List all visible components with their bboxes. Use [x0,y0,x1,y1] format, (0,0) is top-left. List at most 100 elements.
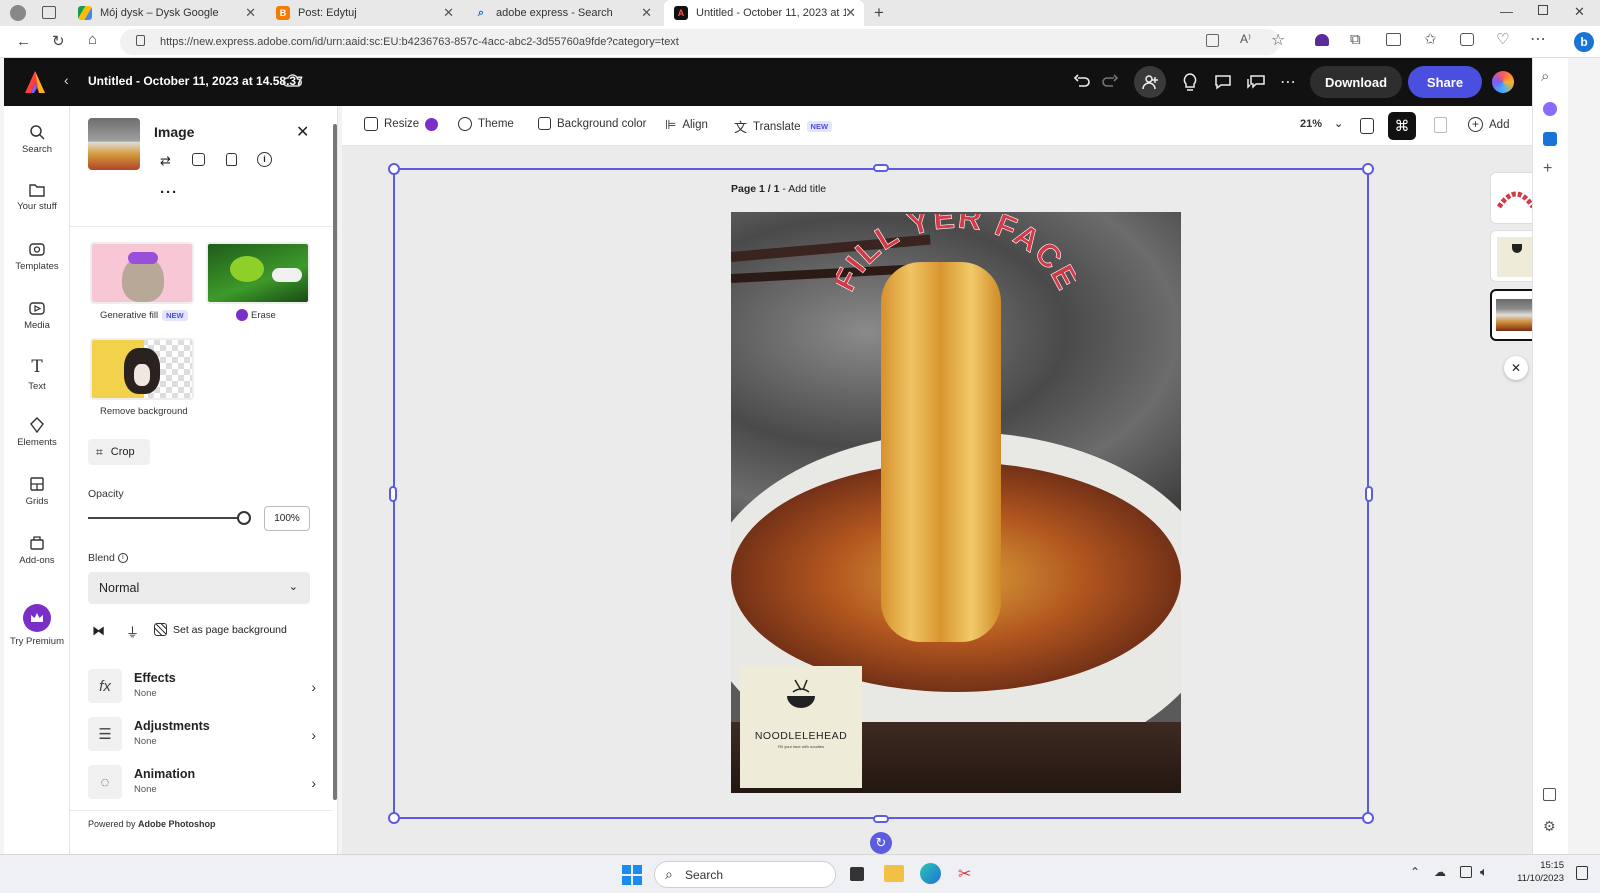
document-title[interactable]: Untitled - October 11, 2023 at 14.58.37 [88,74,303,88]
logo-card[interactable]: NOODLELEHEAD Fill your face with noodles [740,666,862,788]
close-icon[interactable]: ✕ [641,5,652,21]
clock[interactable]: 15:15 11/10/2023 [1512,859,1564,885]
extensions-puzzle-icon[interactable]: ⧉ [1350,31,1361,48]
resize-handle-bottom-left[interactable] [388,812,400,824]
settings-gear-icon[interactable]: ⚙ [1543,818,1556,835]
bing-chat-icon[interactable]: b [1568,26,1600,58]
sidebar-toggle-icon[interactable] [1543,788,1556,801]
back-chevron-icon[interactable]: ‹ [64,72,69,88]
add-page-button[interactable]: + Add [1468,117,1509,132]
cloud-sync-icon[interactable]: ☁ [1434,865,1446,879]
back-icon[interactable]: ← [16,33,31,50]
replace-image-icon[interactable]: ⇄ [160,153,171,169]
opacity-slider-handle[interactable] [237,511,251,525]
close-icon[interactable]: ✕ [245,5,256,21]
panel-scrollbar[interactable] [332,112,338,832]
url-field[interactable]: https://new.express.adobe.com/id/urn:aai… [120,29,1280,55]
volume-icon[interactable]: 🔈︎ [1480,864,1488,880]
split-screen-icon[interactable] [1386,33,1401,46]
generative-fill-card[interactable] [90,242,194,304]
rail-item-templates[interactable]: Templates [4,227,70,285]
resize-handle-top[interactable] [873,164,889,172]
duplicate-icon[interactable] [192,153,205,166]
tab-adobe-express[interactable]: A Untitled - October 11, 2023 at 14 ✕ [664,0,864,26]
task-view-icon[interactable] [850,867,864,881]
download-button[interactable]: Download [1310,66,1402,98]
curved-title-text[interactable]: FILL YER FACE [836,214,1076,334]
close-icon[interactable]: ✕ [443,5,454,21]
rail-item-try-premium[interactable]: Try Premium [4,590,70,660]
flip-horizontal-icon[interactable]: ⧓ [92,623,105,639]
lightbulb-icon[interactable] [1174,66,1206,98]
info-icon[interactable]: i [257,152,272,167]
tab-google-drive[interactable]: Mój dysk – Dysk Google ✕ [68,0,264,26]
refresh-icon[interactable]: ↻ [52,32,65,50]
tab-blogger[interactable]: B Post: Edytuj ✕ [266,0,462,26]
file-explorer-icon[interactable] [884,865,904,882]
tab-search[interactable]: ⌕ adobe express - Search ✕ [464,0,660,26]
rail-item-your-stuff[interactable]: Your stuff [4,168,70,226]
resize-handle-bottom-right[interactable] [1362,812,1374,824]
close-panel-icon[interactable]: ✕ [296,122,309,142]
rail-item-elements[interactable]: Elements [4,403,70,461]
rail-item-media[interactable]: Media [4,286,70,344]
crop-button[interactable]: ⌗ Crop [88,439,150,465]
notifications-icon[interactable] [1576,866,1588,880]
resize-handle-top-left[interactable] [388,163,400,175]
favorites-icon[interactable]: ✩ [1424,30,1437,48]
more-actions-icon[interactable]: ··· [160,184,178,201]
edge-icon[interactable] [920,863,941,884]
sidebar-add-icon[interactable]: + [1543,160,1552,178]
more-options-icon[interactable]: ⋯ [1272,66,1304,98]
effects-row[interactable]: fx Effects None › [88,669,316,707]
new-tab-icon[interactable]: + [874,3,884,23]
app-available-icon[interactable] [1206,34,1219,47]
restore-icon[interactable] [1538,5,1548,15]
theme-button[interactable]: Theme [458,117,514,131]
rail-item-search[interactable]: Search [4,110,70,168]
present-icon[interactable] [1240,66,1272,98]
scrollbar-thumb[interactable] [333,124,337,800]
remove-background-card[interactable] [90,338,194,400]
taskbar-search[interactable]: ⌕ Search [654,861,836,888]
pages-icon[interactable] [1360,118,1374,134]
favorite-star-icon[interactable]: ☆ [1271,30,1285,50]
sidebar-search-icon[interactable]: ⌕ [1541,68,1549,85]
zoom-dropdown[interactable]: 21% ⌄ [1300,117,1343,131]
resize-handle-bottom[interactable] [873,815,889,823]
home-icon[interactable]: ⌂ [88,31,97,48]
comment-icon[interactable] [1207,66,1239,98]
browser-essentials-icon[interactable]: ♡ [1496,30,1509,48]
window-close-icon[interactable]: ✕ [1574,4,1585,20]
adjustments-row[interactable]: ☰ Adjustments None › [88,717,316,755]
extension-icon[interactable] [1315,34,1329,46]
align-button[interactable]: ⊫ Align [665,117,708,133]
set-page-background-button[interactable]: Set as page background [154,623,287,636]
rail-item-addons[interactable]: Add-ons [4,521,70,579]
resize-handle-left[interactable] [389,486,397,502]
close-icon[interactable]: ✕ [845,5,856,21]
background-color-button[interactable]: Background color [538,117,647,130]
layers-icon[interactable]: ⌘ [1388,112,1416,140]
flip-vertical-icon[interactable]: ⏚ [126,622,139,641]
workspaces-icon[interactable] [42,6,56,19]
invite-people-icon[interactable] [1134,66,1166,98]
lock-icon[interactable] [226,153,237,166]
copilot-icon[interactable] [1543,102,1557,116]
more-icon[interactable]: ⋯ [1530,29,1546,49]
rail-item-grids[interactable]: Grids [4,462,70,520]
resize-handle-right[interactable] [1365,486,1373,502]
opacity-slider-track[interactable] [88,517,244,519]
translate-button[interactable]: 文 Translate NEW [734,117,833,136]
animation-row[interactable]: ◌ Animation None › [88,765,316,803]
blend-info-icon[interactable]: i [117,553,128,563]
user-avatar[interactable] [1492,71,1514,93]
share-button[interactable]: Share [1408,66,1482,98]
adobe-express-logo[interactable] [24,70,46,94]
start-icon[interactable] [622,865,642,885]
network-icon[interactable] [1460,866,1472,878]
resize-handle-top-right[interactable] [1362,163,1374,175]
rail-item-text[interactable]: T Text [4,345,70,403]
opacity-value-field[interactable]: 100% [264,506,310,531]
collections-icon[interactable] [1460,33,1474,46]
